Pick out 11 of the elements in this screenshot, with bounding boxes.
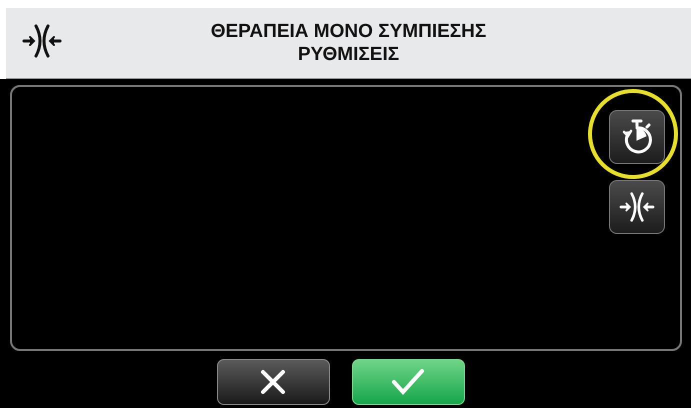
close-icon xyxy=(260,369,286,395)
screen-title: ΘΕΡΑΠΕΙΑ ΜΟΝΟ ΣΥΜΠΙΕΣΗΣ xyxy=(210,20,486,43)
timer-button[interactable] xyxy=(609,110,665,164)
stopwatch-icon xyxy=(620,118,654,156)
checkmark-icon xyxy=(391,368,425,396)
compression-button[interactable] xyxy=(609,180,665,234)
compression-icon xyxy=(22,22,62,58)
confirm-button[interactable] xyxy=(352,359,464,405)
screen-title: ΡΥΘΜΙΣΕΙΣ xyxy=(298,43,400,66)
compression-icon xyxy=(619,191,655,223)
cancel-button[interactable] xyxy=(216,359,330,405)
